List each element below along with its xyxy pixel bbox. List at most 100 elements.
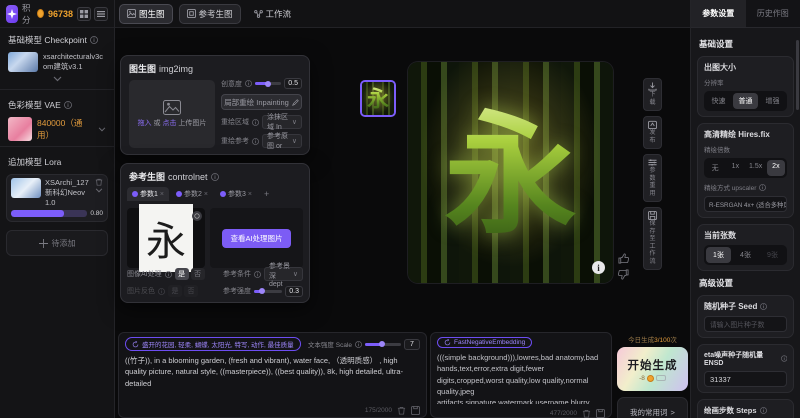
chevron-down-icon[interactable] bbox=[95, 188, 103, 193]
steps-label: 绘画步数 Steps bbox=[704, 405, 757, 416]
resolution-option-enhanced[interactable]: 增强 bbox=[760, 93, 785, 109]
positive-prompt-panel: 盛开的花园, 轻柔, 蝴蝶, 太阳光, 特写, 动作, 最佳质量 文本强度 Sc… bbox=[118, 332, 427, 418]
controlnet-reference-image[interactable]: 永 bbox=[127, 208, 205, 268]
info-icon bbox=[355, 341, 362, 348]
resolution-option-normal[interactable]: 普通 bbox=[733, 93, 758, 109]
lora-card[interactable]: XSArchi_127新科幻Neov1.0 0.80 bbox=[6, 174, 108, 222]
positive-char-count: 175/2000 bbox=[365, 407, 392, 414]
unit-dot-icon bbox=[132, 191, 138, 197]
save-preset-icon[interactable] bbox=[411, 406, 420, 415]
trash-icon[interactable] bbox=[582, 409, 591, 418]
controlnet-panel-title: 参考生图controlnet bbox=[121, 164, 309, 187]
hires-option-none[interactable]: 无 bbox=[706, 160, 724, 176]
arrow-right-icon: > bbox=[671, 408, 675, 417]
publish-button[interactable]: 发布 bbox=[643, 116, 662, 149]
resolution-option-fast[interactable]: 快速 bbox=[706, 93, 731, 109]
checkpoint-section-label: 基础模型 Checkpoint bbox=[0, 28, 114, 50]
image-info-icon[interactable]: i bbox=[592, 261, 605, 274]
view-ai-processed-button[interactable]: 查看AI处理图片 bbox=[222, 229, 290, 248]
denoise-label: 创意度 bbox=[221, 79, 242, 89]
lora-section-label: 追加模型 Lora bbox=[0, 150, 114, 172]
result-thumbnail[interactable]: 永 bbox=[360, 80, 396, 117]
save-workflow-button[interactable]: 保存至工作流 bbox=[643, 207, 662, 270]
info-icon bbox=[90, 36, 98, 44]
seed-input[interactable] bbox=[704, 316, 787, 332]
grid-view-icon[interactable] bbox=[77, 7, 91, 21]
tab-workflow[interactable]: 工作流 bbox=[247, 5, 299, 23]
hires-option-1-5x[interactable]: 1.5x bbox=[747, 160, 765, 176]
resolution-segmented: 快速 普通 增强 bbox=[704, 91, 787, 111]
seed-label: 随机种子 Seed bbox=[704, 301, 757, 312]
controlnet-tab-bar: 参数1 × 参数2 × 参数3 × + bbox=[121, 187, 309, 201]
redraw-area-select[interactable]: 涂抹区域 In ∨ bbox=[262, 115, 302, 129]
image-upload-dropzone[interactable]: 拖入 或 点击 上传图片 bbox=[129, 80, 215, 148]
canvas-area: 图生图 参考生图 工作流 图生图img2img 拖入 或 bbox=[115, 0, 690, 418]
img2img-panel-title: 图生图img2img bbox=[121, 56, 309, 79]
vae-select-row[interactable]: 840000（通用） bbox=[0, 115, 114, 143]
lora-weight-slider[interactable]: 0.80 bbox=[11, 210, 103, 217]
sidebar-scrollbar[interactable] bbox=[796, 40, 799, 110]
redraw-ref-select[interactable]: 参考原图 or ∨ bbox=[262, 134, 302, 148]
close-icon[interactable]: × bbox=[160, 191, 164, 198]
my-phrases-button[interactable]: 我的常用词 > bbox=[617, 397, 688, 418]
ref-condition-select[interactable]: 参考景深 dept ∨ bbox=[264, 267, 303, 281]
app-logo-icon[interactable] bbox=[6, 5, 18, 23]
negative-char-count: 477/2000 bbox=[550, 410, 577, 417]
hires-segmented: 无 1x 1.5x 2x bbox=[704, 158, 787, 178]
negative-prompt-input[interactable]: (((simple background))),lowres,bad anato… bbox=[437, 352, 605, 404]
ai-process-toggle[interactable]: 是否 bbox=[175, 268, 205, 280]
points-value: 96738 bbox=[48, 9, 73, 19]
trash-icon[interactable] bbox=[397, 406, 406, 415]
denoise-value[interactable]: 0.5 bbox=[284, 78, 302, 89]
prompt-translate-chip[interactable]: 盛开的花园, 轻柔, 蝴蝶, 太阳光, 特写, 动作, 最佳质量 bbox=[125, 337, 301, 351]
remove-image-icon[interactable] bbox=[192, 211, 202, 221]
right-sidebar: 参数设置 历史作图 基础设置 出图大小 分辨率 快速 普通 增强 高清精绘 Hi… bbox=[690, 0, 800, 418]
generate-column: 今日生成3/100次 开始生成 -8 我的常用词 > bbox=[617, 334, 688, 418]
close-icon[interactable]: × bbox=[204, 191, 208, 198]
checkpoint-collapse-toggle[interactable] bbox=[0, 74, 114, 86]
close-icon[interactable]: × bbox=[248, 191, 252, 198]
ensd-input[interactable] bbox=[704, 371, 787, 387]
inpaint-button[interactable]: 局部重绘 Inpainting bbox=[221, 94, 302, 110]
menu-icon[interactable] bbox=[94, 7, 108, 21]
ref-strength-slider[interactable] bbox=[254, 290, 282, 293]
denoise-slider[interactable] bbox=[255, 82, 281, 85]
trash-icon[interactable] bbox=[95, 178, 103, 186]
info-icon bbox=[254, 271, 261, 278]
thumbs-up-icon[interactable] bbox=[618, 253, 629, 264]
batch-option-1[interactable]: 1张 bbox=[706, 247, 731, 263]
batch-option-9[interactable]: 9张 bbox=[760, 247, 785, 263]
upscaler-select[interactable]: R-ESRGAN 4x+ (适合多种风 ∨ bbox=[704, 196, 787, 212]
tab-controlnet[interactable]: 参考生图 bbox=[179, 4, 241, 24]
save-preset-icon[interactable] bbox=[596, 409, 605, 418]
invert-toggle[interactable]: 是否 bbox=[168, 285, 198, 297]
controlnet-tab-1[interactable]: 参数1 × bbox=[127, 187, 169, 201]
negative-embedding-chip[interactable]: FastNegativeEmbedding bbox=[437, 337, 532, 348]
add-lora-button[interactable]: 待添加 bbox=[6, 230, 108, 256]
controlnet-tab-2[interactable]: 参数2 × bbox=[171, 187, 213, 201]
batch-option-4[interactable]: 4张 bbox=[733, 247, 758, 263]
download-button[interactable]: 下载 bbox=[643, 78, 662, 111]
left-sidebar: 积分 96738 基础模型 Checkpoint xsarchitectural… bbox=[0, 0, 115, 418]
checkpoint-model-row[interactable]: xsarchitecturalv3com建筑v3.1 bbox=[0, 50, 114, 74]
add-controlnet-tab-button[interactable]: + bbox=[259, 189, 274, 199]
positive-prompt-input[interactable]: ((竹子)), in a blooming garden, (fresh and… bbox=[125, 355, 420, 401]
controlnet-tab-3[interactable]: 参数3 × bbox=[215, 187, 257, 201]
reuse-params-button[interactable]: 参数重用 bbox=[643, 154, 662, 202]
hires-option-1x[interactable]: 1x bbox=[726, 160, 744, 176]
scale-slider[interactable] bbox=[365, 343, 401, 346]
info-icon bbox=[64, 101, 72, 109]
generated-image[interactable]: 永 i bbox=[408, 62, 613, 283]
hires-option-2x[interactable]: 2x bbox=[767, 160, 785, 176]
tab-history[interactable]: 历史作图 bbox=[746, 0, 800, 27]
divider bbox=[0, 89, 114, 90]
scale-value[interactable]: 7 bbox=[404, 339, 420, 350]
ref-strength-value[interactable]: 0.3 bbox=[285, 286, 303, 297]
daily-generation-count: 今日生成3/100次 bbox=[617, 334, 688, 344]
generate-button[interactable]: 开始生成 -8 bbox=[617, 347, 688, 391]
info-icon bbox=[252, 119, 259, 126]
tab-img2img[interactable]: 图生图 bbox=[119, 4, 173, 24]
info-icon bbox=[245, 80, 252, 87]
tab-parameter-settings[interactable]: 参数设置 bbox=[691, 0, 746, 27]
thumbs-down-icon[interactable] bbox=[618, 269, 629, 280]
